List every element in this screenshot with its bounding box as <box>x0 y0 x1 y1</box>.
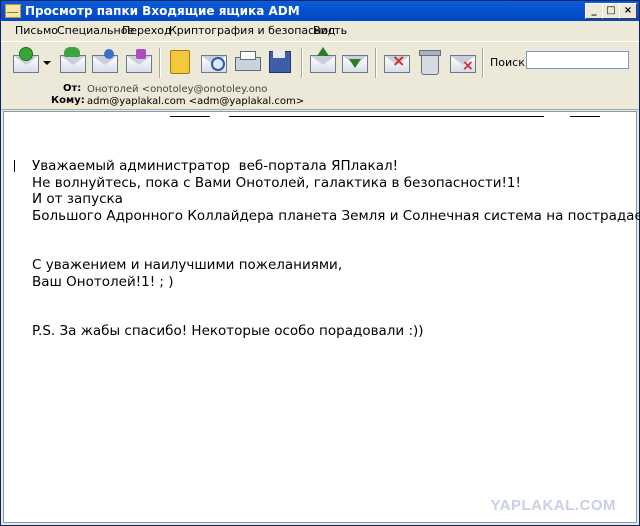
message-line: И от запуска <box>32 191 123 207</box>
title-bar[interactable]: Просмотр папки Входящие ящика ADM _ □ × <box>1 1 639 21</box>
to-value[interactable]: adm@yaplakal.com <adm@yaplakal.com> <box>87 96 304 107</box>
from-value[interactable]: Онотолей <onotoley@onotoley.ono <box>87 84 267 95</box>
message-line: Большого Адронного Коллайдера планета Зе… <box>32 207 640 224</box>
divider <box>170 116 210 117</box>
divider <box>570 116 600 117</box>
trash-icon[interactable] <box>415 47 445 77</box>
message-line: ​ <box>32 307 640 324</box>
reply-icon[interactable] <box>58 47 88 77</box>
minimize-button[interactable]: _ <box>585 3 603 19</box>
menu-message[interactable]: Письмо <box>15 24 58 37</box>
text-cursor <box>14 160 15 172</box>
watermark-logo: YAPLAKAL.COM <box>490 497 616 514</box>
message-line: ​ <box>32 224 640 241</box>
message-text: Уважаемый администратор веб-портала ЯПла… <box>32 158 640 340</box>
window-title: Просмотр папки Входящие ящика ADM <box>25 4 300 18</box>
menu-go[interactable]: Переход <box>122 24 172 37</box>
toolbar-separator <box>482 48 484 78</box>
delete-icon[interactable]: × <box>382 47 412 77</box>
message-line: Не волнуйтесь, пока с Вами Онотолей, гал… <box>32 174 521 191</box>
save-icon[interactable] <box>265 47 295 77</box>
toolbar-separator <box>159 48 161 78</box>
message-line: С уважением и наилучшими пожеланиями, <box>32 257 343 273</box>
message-line: Ваш Онотолей!1! ; ) <box>32 273 174 290</box>
search-label: Поиск: <box>490 56 529 69</box>
message-line: Уважаемый администратор веб-портала ЯПла… <box>32 158 399 174</box>
message-line: ​ <box>32 241 640 258</box>
message-body[interactable]: Уважаемый администратор веб-портала ЯПла… <box>3 111 640 523</box>
divider <box>229 116 544 117</box>
forward-icon[interactable] <box>90 47 120 77</box>
menu-view[interactable]: Вид <box>313 24 335 37</box>
toolbar-separator <box>375 48 377 78</box>
menu-bar: Письмо Специальное Переход Криптография … <box>1 21 639 40</box>
maximize-button[interactable]: □ <box>602 3 620 19</box>
new-message-icon[interactable] <box>11 47 41 77</box>
mail-app-icon <box>5 4 21 18</box>
close-button[interactable]: × <box>619 3 637 19</box>
message-line: ​ <box>32 290 640 307</box>
toolbar-separator <box>301 48 303 78</box>
toolbar: × × Поиск: <box>1 41 639 83</box>
note-icon[interactable] <box>124 47 154 77</box>
delete-all-icon[interactable]: × <box>448 47 478 77</box>
mail-window: Просмотр папки Входящие ящика ADM _ □ × … <box>0 0 640 526</box>
from-label: От: <box>63 83 82 94</box>
message-header: От: Онотолей <onotoley@onotoley.ono Кому… <box>1 82 639 110</box>
print-icon[interactable] <box>233 47 263 77</box>
search-input[interactable] <box>526 51 629 69</box>
to-label: Кому: <box>51 95 85 106</box>
address-book-icon[interactable] <box>166 47 196 77</box>
message-line: P.S. За жабы спасибо! Некоторые особо по… <box>32 323 424 339</box>
dropdown-arrow-icon[interactable] <box>41 47 53 77</box>
next-icon[interactable] <box>340 47 370 77</box>
find-icon[interactable] <box>199 47 229 77</box>
previous-icon[interactable] <box>308 47 338 77</box>
